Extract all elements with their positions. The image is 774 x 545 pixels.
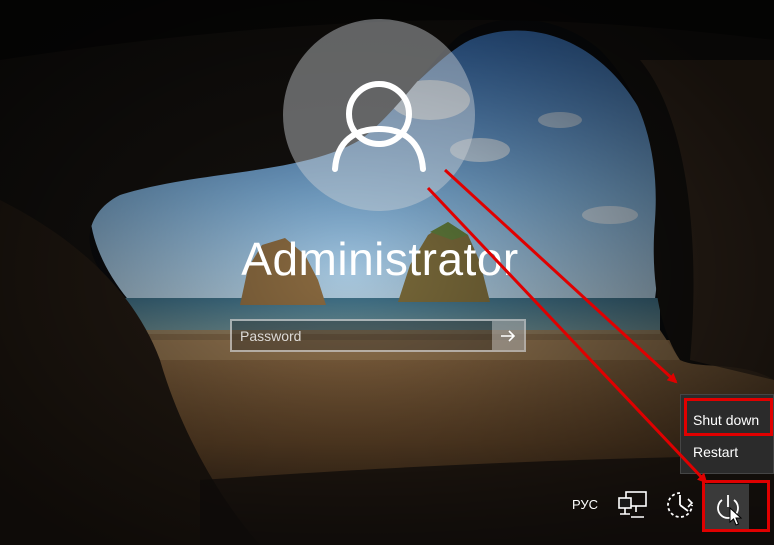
- restart-menu-item[interactable]: Restart: [681, 436, 773, 468]
- restart-label: Restart: [693, 444, 739, 460]
- network-icon[interactable]: [616, 490, 650, 520]
- user-icon: [332, 81, 426, 172]
- language-indicator[interactable]: РУС: [572, 497, 598, 512]
- username-label: Administrator: [241, 233, 519, 285]
- ease-of-access-icon[interactable]: [664, 489, 696, 521]
- arrow-right-icon: [501, 329, 516, 342]
- shut-down-highlight: [684, 398, 773, 436]
- password-field-container: [230, 319, 526, 352]
- sign-in-button[interactable]: [492, 321, 524, 350]
- password-input[interactable]: [232, 321, 492, 350]
- user-avatar: [283, 19, 475, 211]
- power-button-highlight: [702, 480, 770, 532]
